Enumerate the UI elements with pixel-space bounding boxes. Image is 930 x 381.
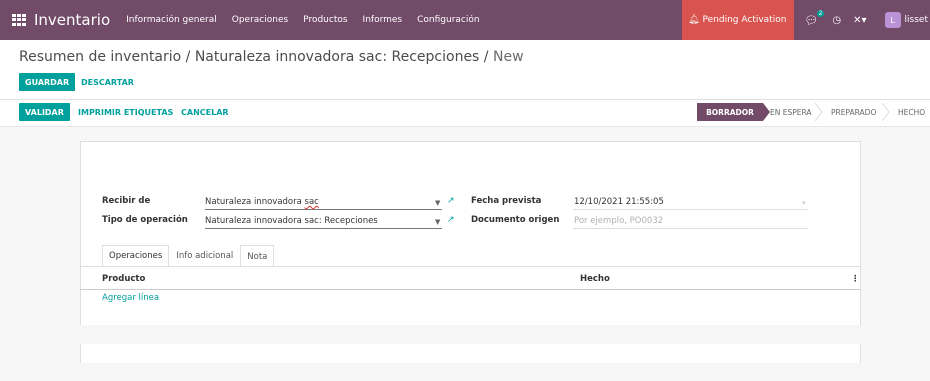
tab-nota[interactable]: Nota [240,245,275,267]
breadcrumb-separator: / [479,49,493,65]
external-link-icon[interactable]: ↗ [447,215,455,225]
receive-from-value: Naturaleza innovadora [205,197,305,207]
column-options-icon[interactable]: ⋮ [851,274,860,284]
chevron-down-icon[interactable]: ▼ [435,218,440,226]
menu-configuracion[interactable]: Configuración [417,15,479,25]
tab-operaciones[interactable]: Operaciones [102,245,170,267]
table-header-divider [80,289,861,290]
menu-informes[interactable]: Informes [363,15,403,25]
cancel-button[interactable]: CANCELAR [181,103,229,121]
table-row [80,363,861,381]
breadcrumb-current: New [492,49,524,65]
source-document-label: Documento origen [471,215,560,225]
source-document-input[interactable]: Por ejemplo, PO0032 [574,216,663,226]
status-borrador[interactable]: BORRADOR [697,103,763,121]
operation-type-underline [205,228,442,229]
divider [0,99,930,100]
notebook-tabs: Operaciones Info adicional Nota [102,245,275,267]
source-document-underline [573,228,808,229]
status-separator [815,103,823,121]
avatar[interactable]: L [884,12,901,28]
pending-activation-label: Pending Activation [702,15,787,25]
breadcrumb: Resumen de inventario / Naturaleza innov… [19,49,524,65]
scheduled-date-field[interactable]: 12/10/2021 21:55:05 [574,197,664,207]
chat-badge: 2 [816,9,825,17]
menu-operaciones[interactable]: Operaciones [232,15,288,25]
external-link-icon[interactable]: ↗ [447,196,455,206]
status-hecho[interactable]: HECHO [898,103,925,121]
add-line-link[interactable]: Agregar línea [102,293,159,303]
tab-info-adicional[interactable]: Info adicional [169,245,240,267]
table-row [80,325,861,344]
activity-clock-icon[interactable]: ◷ [832,15,841,26]
validate-button[interactable]: VALIDAR [19,103,70,121]
scheduled-date-label: Fecha prevista [471,196,542,206]
column-hecho[interactable]: Hecho [580,274,610,284]
top-navbar: Inventario Información general Operacion… [0,0,930,40]
menu-productos[interactable]: Productos [303,15,347,25]
receive-from-value-tail: sac [304,197,319,207]
navbar-right: 🔔︎ Pending Activation 💬︎ 2 ◷ ✕▾ L lisset [682,0,930,40]
apps-grid-icon[interactable] [12,14,26,26]
status-en-espera[interactable]: EN ESPERA [770,103,812,121]
chat-icon: 💬︎ [804,13,819,27]
scheduled-date-underline [573,209,808,210]
save-button[interactable]: GUARDAR [19,73,76,91]
user-name[interactable]: lisset [905,15,928,25]
debug-tools-icon[interactable]: ✕▾ [853,15,866,26]
app-brand[interactable]: Inventario [34,11,110,29]
chevron-down-icon[interactable]: ▼ [435,199,440,207]
discard-button[interactable]: DESCARTAR [81,73,134,91]
chat-button[interactable]: 💬︎ 2 [804,9,825,27]
status-separator [882,103,890,121]
receive-from-label: Recibir de [102,196,151,206]
operation-type-field[interactable]: Naturaleza innovadora sac: Recepciones [205,216,378,226]
pending-activation-button[interactable]: 🔔︎ Pending Activation [682,0,795,40]
receive-from-underline [205,209,442,210]
bell-icon: 🔔︎ [688,15,700,25]
tabs-divider [80,266,861,267]
breadcrumb-parent[interactable]: Resumen de inventario / Naturaleza innov… [19,49,479,65]
operation-type-label: Tipo de operación [102,215,188,225]
menu-informacion-general[interactable]: Información general [126,15,217,25]
column-producto[interactable]: Producto [102,274,145,284]
print-labels-button[interactable]: IMPRIMIR ETIQUETAS [78,103,173,121]
chevron-down-icon[interactable]: ▾ [802,199,806,207]
status-preparado[interactable]: PREPARADO [831,103,876,121]
receive-from-field[interactable]: Naturaleza innovadora sac [205,197,319,207]
